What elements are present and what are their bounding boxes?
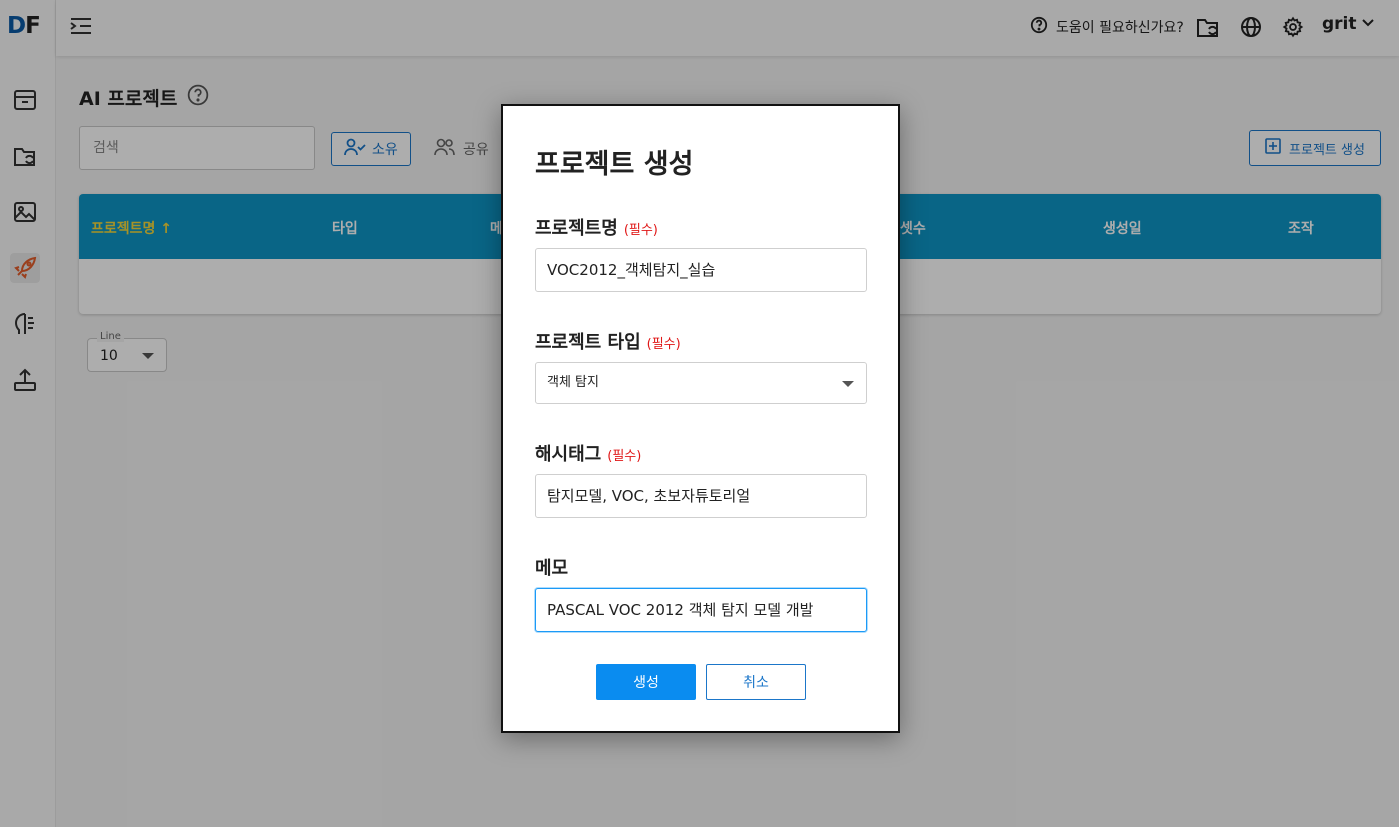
project-name-input[interactable]: VOC2012_객체탐지_실습 [535,248,867,292]
submit-create-button[interactable]: 생성 [596,664,696,700]
required-mark: (필수) [607,449,642,464]
project-name-label: 프로젝트명 (필수) [535,218,658,239]
project-type-label: 프로젝트 타입 (필수) [535,332,681,353]
memo-input[interactable]: PASCAL VOC 2012 객체 탐지 모델 개발 [535,588,867,632]
hashtag-label: 해시태그 (필수) [535,444,642,465]
memo-label: 메모 [535,558,569,579]
caret-down-icon [842,381,854,387]
cancel-button[interactable]: 취소 [706,664,806,700]
hashtag-input[interactable]: 탐지모델, VOC, 초보자튜토리얼 [535,474,867,518]
create-project-dialog: 프로젝트 생성 프로젝트명 (필수) VOC2012_객체탐지_실습 프로젝트 … [501,104,900,733]
project-type-select[interactable]: 객체 탐지 [535,362,867,404]
dialog-title: 프로젝트 생성 [535,149,694,180]
required-mark: (필수) [646,337,681,352]
required-mark: (필수) [623,223,658,238]
